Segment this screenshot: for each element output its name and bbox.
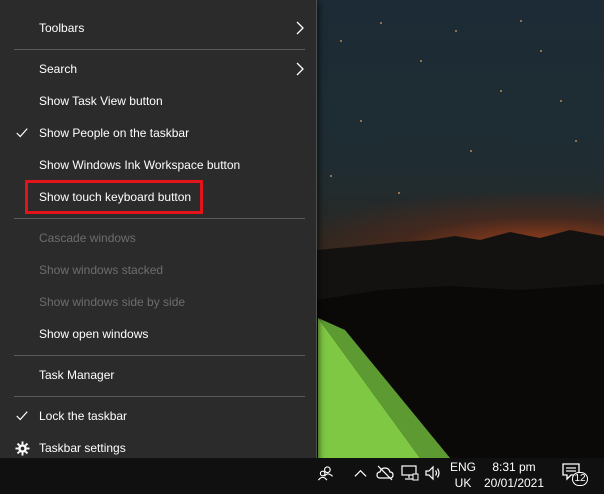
language-indicator[interactable]: ENG UK: [446, 460, 480, 490]
clock-time: 8:31 pm: [492, 460, 536, 474]
speaker-icon[interactable]: [424, 465, 442, 481]
menu-item-label: Show Task View button: [39, 94, 163, 108]
chevron-up-icon[interactable]: [353, 466, 367, 480]
menu-item-show-windows-stacked[interactable]: Show windows stacked: [0, 254, 316, 286]
language-region: UK: [454, 476, 472, 490]
menu-separator: [14, 396, 305, 397]
menu-item-show-people[interactable]: Show People on the taskbar: [0, 117, 316, 149]
menu-item-label: Toolbars: [39, 21, 85, 35]
menu-item-search[interactable]: Search: [0, 53, 316, 85]
clock[interactable]: 8:31 pm 20/01/2021: [483, 460, 545, 490]
checkmark-icon: [14, 408, 30, 424]
menu-item-show-ink-workspace[interactable]: Show Windows Ink Workspace button: [0, 149, 316, 181]
taskbar-context-menu: Toolbars Search Show Task View button Sh…: [0, 0, 317, 465]
menu-item-label: Show windows stacked: [39, 263, 164, 277]
menu-item-label: Show People on the taskbar: [39, 126, 190, 140]
menu-item-show-open-windows[interactable]: Show open windows: [0, 318, 316, 350]
menu-item-label: Task Manager: [39, 368, 115, 382]
menu-item-toolbars[interactable]: Toolbars: [0, 12, 316, 44]
menu-item-cascade-windows[interactable]: Cascade windows: [0, 222, 316, 254]
menu-separator: [14, 218, 305, 219]
menu-item-label: Show Windows Ink Workspace button: [39, 158, 241, 172]
notification-count-badge: 12: [572, 472, 588, 486]
menu-item-show-task-view[interactable]: Show Task View button: [0, 85, 316, 117]
language-code: ENG: [449, 460, 476, 474]
chevron-right-icon: [296, 62, 304, 76]
menu-item-label: Cascade windows: [39, 231, 136, 245]
menu-separator: [14, 355, 305, 356]
menu-item-lock-taskbar[interactable]: Lock the taskbar: [0, 400, 316, 432]
people-icon[interactable]: [316, 464, 334, 482]
network-icon[interactable]: [401, 465, 419, 481]
menu-item-task-manager[interactable]: Task Manager: [0, 359, 316, 391]
menu-item-label: Show windows side by side: [39, 295, 186, 309]
menu-item-label: Lock the taskbar: [39, 409, 128, 423]
menu-separator: [14, 49, 305, 50]
checkmark-icon: [14, 125, 30, 141]
chevron-right-icon: [296, 21, 304, 35]
menu-item-label: Show open windows: [39, 327, 149, 341]
clock-date: 20/01/2021: [483, 476, 545, 490]
menu-item-label: Taskbar settings: [39, 441, 126, 455]
highlight-box: [25, 180, 203, 214]
menu-item-show-windows-side-by-side[interactable]: Show windows side by side: [0, 286, 316, 318]
cloud-offline-icon[interactable]: [376, 465, 394, 481]
gear-icon: [14, 440, 30, 456]
menu-item-label: Search: [39, 62, 78, 76]
